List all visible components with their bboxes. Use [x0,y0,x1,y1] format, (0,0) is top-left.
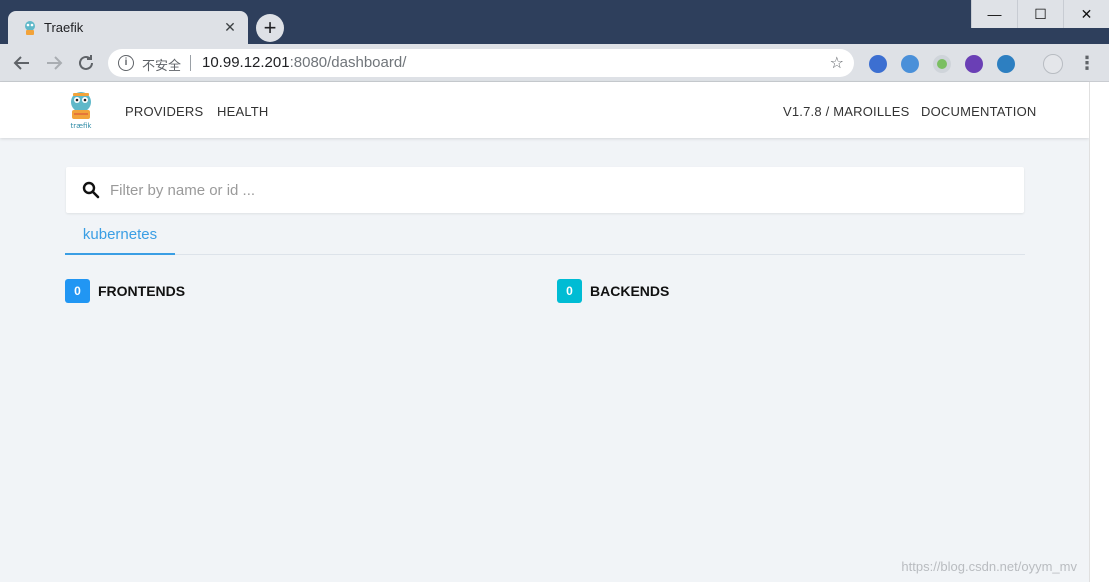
svg-text:træfik: træfik [71,122,93,130]
security-label[interactable]: 不安全 [142,55,181,74]
page-scrollbar[interactable] [1089,82,1109,582]
maximize-button[interactable]: ☐ [1017,0,1063,28]
new-tab-button[interactable]: + [256,14,284,42]
backends-count-badge: 0 [557,279,582,303]
bookmark-star-icon[interactable]: ☆ [830,53,844,73]
extension-feather-icon[interactable] [901,55,919,73]
traefik-favicon-icon [25,21,35,35]
browser-menu-icon[interactable]: ⋮ [1078,53,1096,73]
filter-search-box [66,167,1024,213]
browser-toolbar: i 不安全 10.99.12.201:8080/dashboard/ ☆ ⋮ [0,44,1109,82]
window-controls: — ☐ ✕ [971,0,1109,28]
provider-tabs: kubernetes [65,218,1025,255]
url-path: :8080/dashboard/ [289,54,407,71]
reload-button[interactable] [74,51,98,75]
omnibox-divider [190,55,191,71]
tab-close-icon[interactable]: ✕ [222,19,238,35]
forward-arrow-icon [47,56,63,70]
reload-icon [79,55,93,70]
backends-stat: 0 BACKENDS [557,279,669,303]
browser-titlebar: Traefik ✕ + — ☐ ✕ [0,0,1109,45]
watermark-text: https://blog.csdn.net/oyym_mv [901,559,1077,574]
browser-tab[interactable]: Traefik ✕ [8,11,248,45]
url-text[interactable]: 10.99.12.201:8080/dashboard/ [202,54,406,71]
profile-avatar-icon[interactable] [1043,54,1063,74]
traefik-logo-icon[interactable]: træfik [66,90,96,130]
address-bar[interactable]: i 不安全 10.99.12.201:8080/dashboard/ ☆ [108,49,854,77]
filter-input[interactable] [110,177,990,203]
nav-health[interactable]: HEALTH [217,104,269,119]
extension-star-icon[interactable] [965,55,983,73]
extension-green-dot-icon[interactable] [933,55,951,73]
frontends-stat: 0 FRONTENDS [65,279,185,303]
tab-title: Traefik [44,20,84,35]
search-icon [82,181,100,199]
extension-globe-icon[interactable] [997,55,1015,73]
info-icon[interactable]: i [118,55,134,71]
back-button[interactable] [10,51,34,75]
back-arrow-icon [13,56,29,70]
page-viewport: træfik PROVIDERS HEALTH V1.7.8 / MAROILL… [0,82,1089,582]
frontends-count-badge: 0 [65,279,90,303]
extension-translate-icon[interactable] [869,55,887,73]
nav-providers[interactable]: PROVIDERS [125,104,203,119]
backends-label: BACKENDS [590,283,670,299]
tab-kubernetes[interactable]: kubernetes [65,218,175,255]
frontends-label: FRONTENDS [98,283,186,299]
nav-documentation[interactable]: DOCUMENTATION [921,104,1037,119]
url-host: 10.99.12.201 [202,54,290,71]
app-navbar: træfik PROVIDERS HEALTH V1.7.8 / MAROILL… [0,82,1089,138]
close-window-button[interactable]: ✕ [1063,0,1109,28]
minimize-button[interactable]: — [971,0,1017,28]
forward-button[interactable] [42,51,66,75]
nav-version[interactable]: V1.7.8 / MAROILLES [783,104,909,119]
